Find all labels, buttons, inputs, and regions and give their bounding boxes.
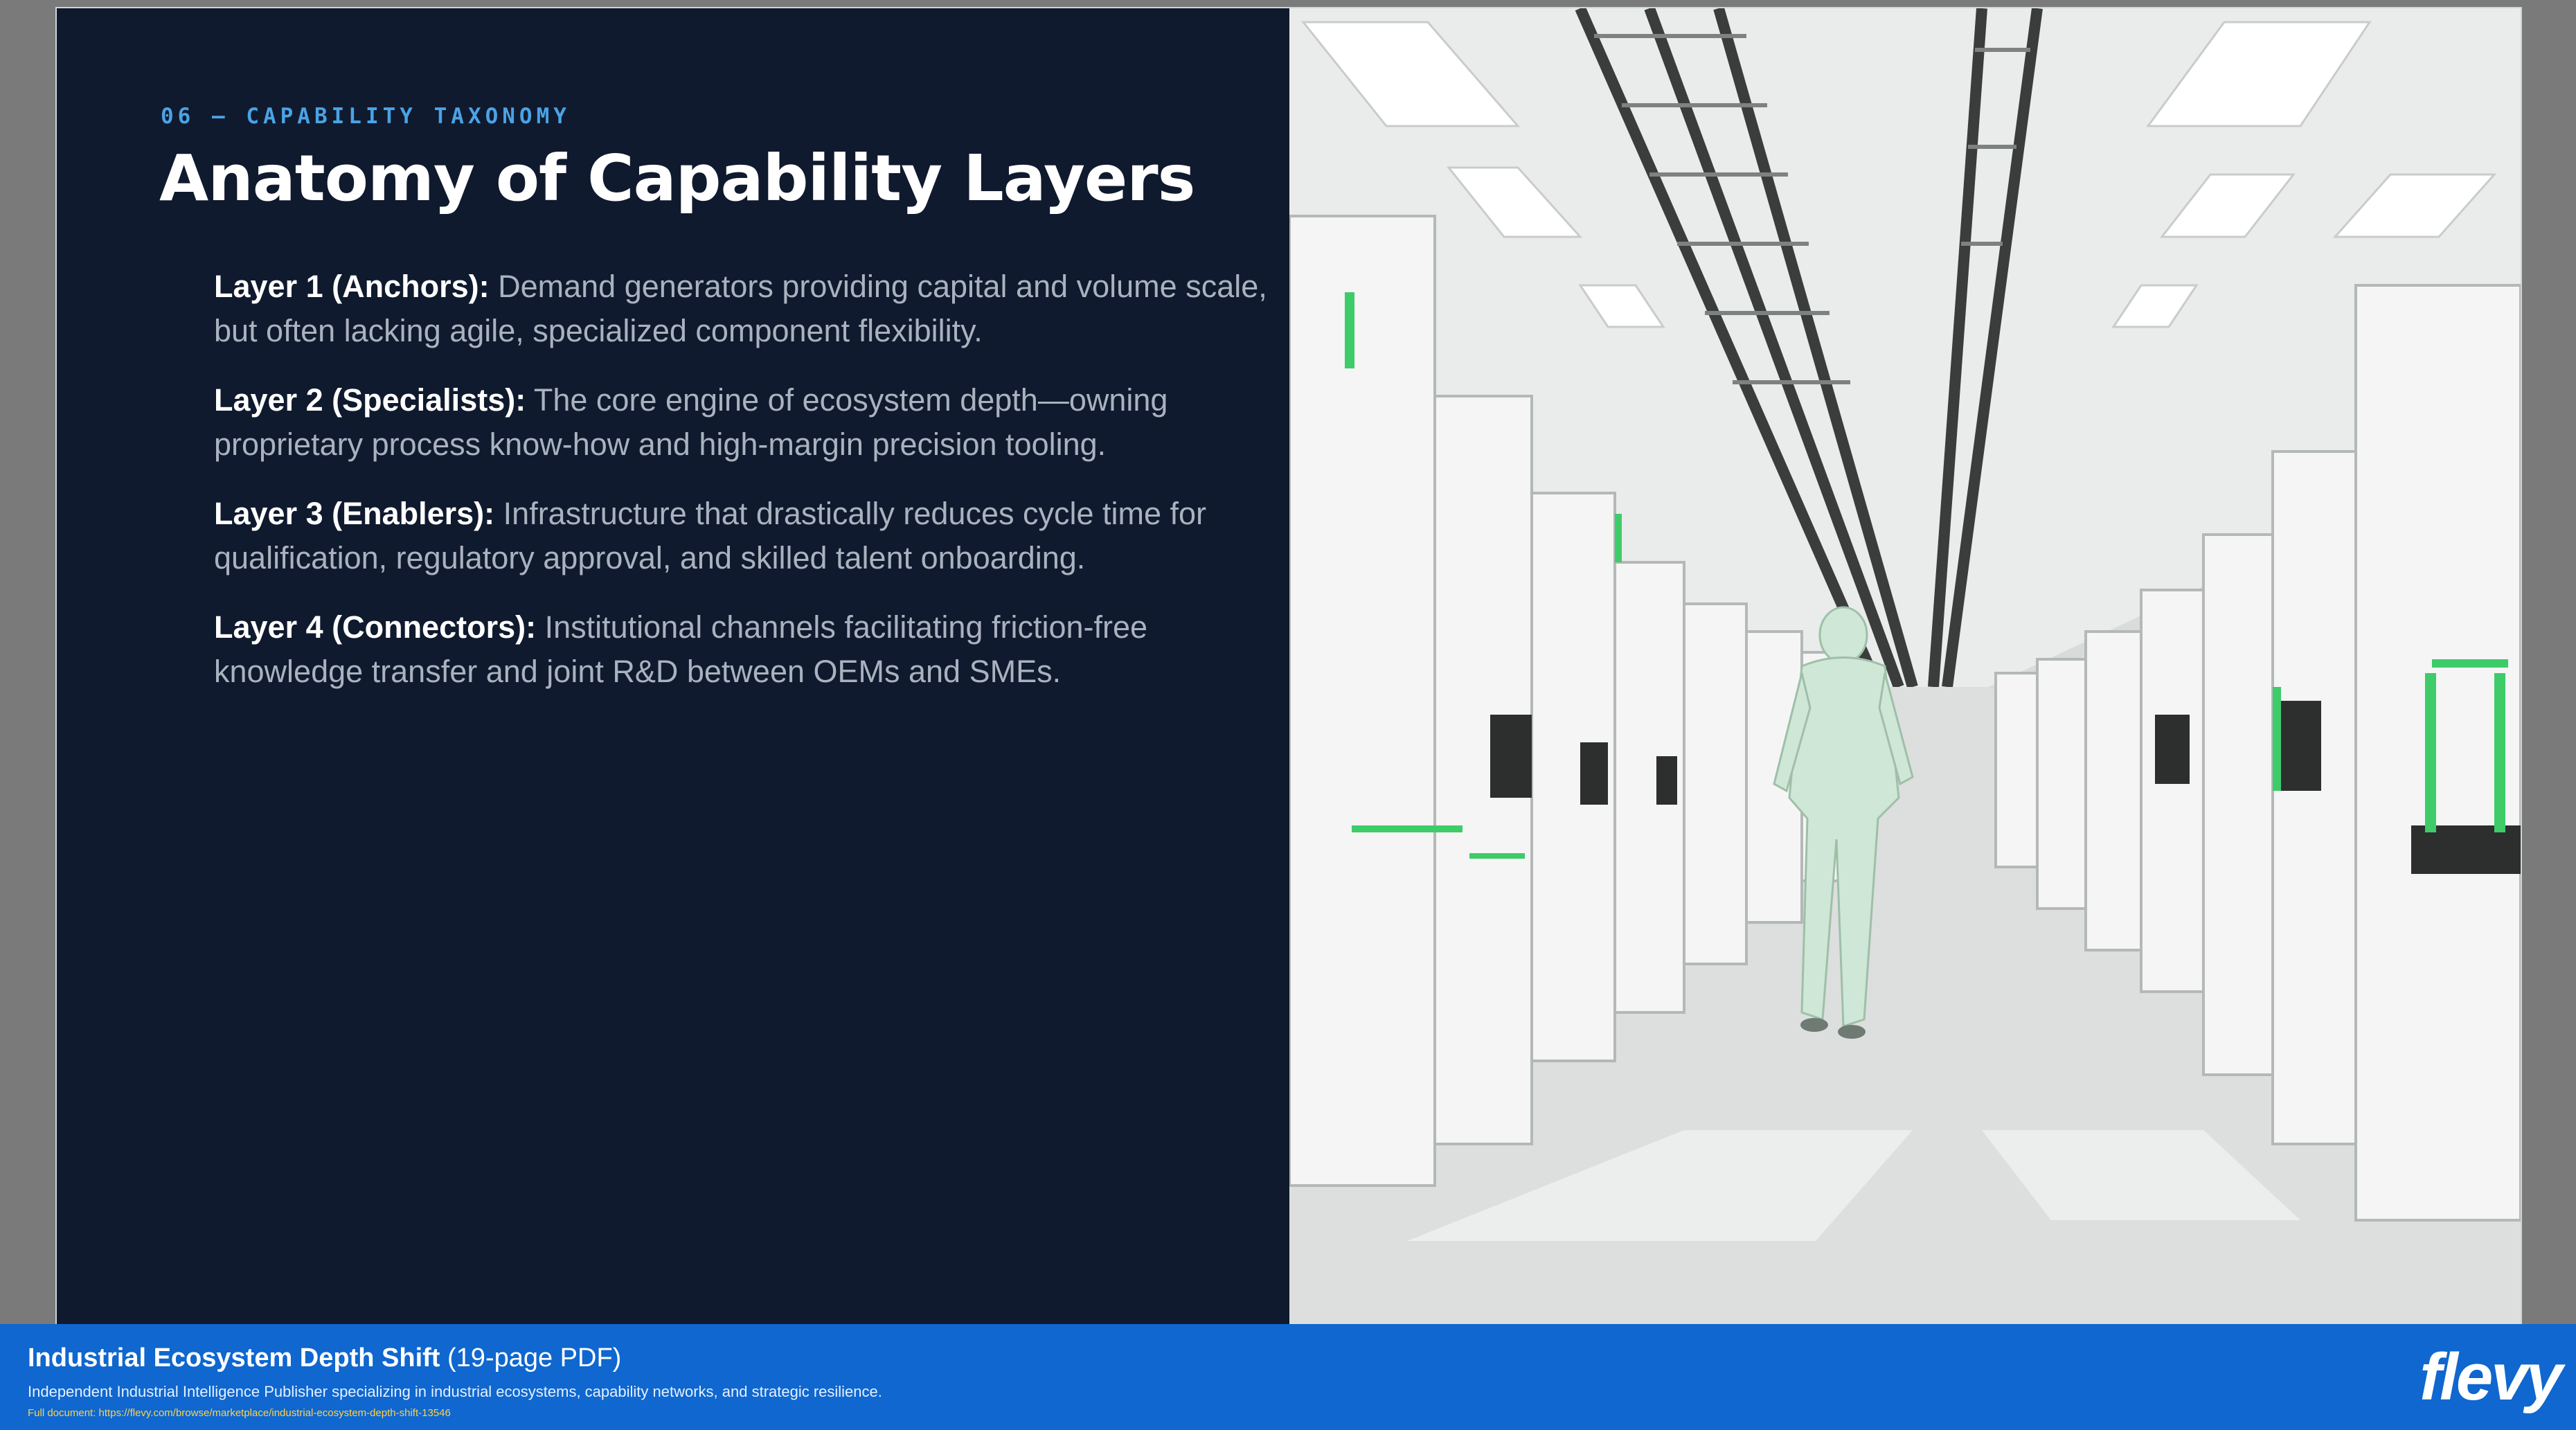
footer-title[interactable]: Industrial Ecosystem Depth Shift (19-pag… (28, 1343, 621, 1373)
layer-name: Layer 4 (Connectors): (214, 609, 537, 645)
layer-item: Layer 3 (Enablers): Infrastructure that … (214, 492, 1294, 580)
document-title[interactable]: Industrial Ecosystem Depth Shift (28, 1343, 440, 1373)
slide: 06 — CAPABILITY TAXONOMY Anatomy of Capa… (55, 7, 2522, 1324)
layer-name: Layer 3 (Enablers): (214, 496, 495, 531)
document-link[interactable]: Full document: https://flevy.com/browse/… (28, 1407, 451, 1419)
footer-description: Independent Industrial Intelligence Publ… (28, 1383, 882, 1400)
slide-text-panel: 06 — CAPABILITY TAXONOMY Anatomy of Capa… (57, 8, 1289, 1324)
layer-item: Layer 2 (Specialists): The core engine o… (214, 378, 1294, 467)
document-footer-banner: Industrial Ecosystem Depth Shift (19-pag… (0, 1324, 2576, 1430)
layer-name: Layer 2 (Specialists): (214, 382, 526, 418)
layer-name: Layer 1 (Anchors): (214, 269, 490, 304)
page-count: (19-page PDF) (447, 1343, 622, 1373)
section-eyebrow: 06 — CAPABILITY TAXONOMY (161, 104, 571, 129)
cleanroom-illustration (1289, 8, 2521, 1324)
slide-title: Anatomy of Capability Layers (159, 141, 1195, 215)
layer-item: Layer 4 (Connectors): Institutional chan… (214, 605, 1294, 694)
layer-item: Layer 1 (Anchors): Demand generators pro… (214, 265, 1294, 353)
layer-list: Layer 1 (Anchors): Demand generators pro… (214, 265, 1294, 719)
cleanroom-photo (1289, 8, 2521, 1324)
flevy-logo[interactable]: flevy (2420, 1339, 2563, 1415)
